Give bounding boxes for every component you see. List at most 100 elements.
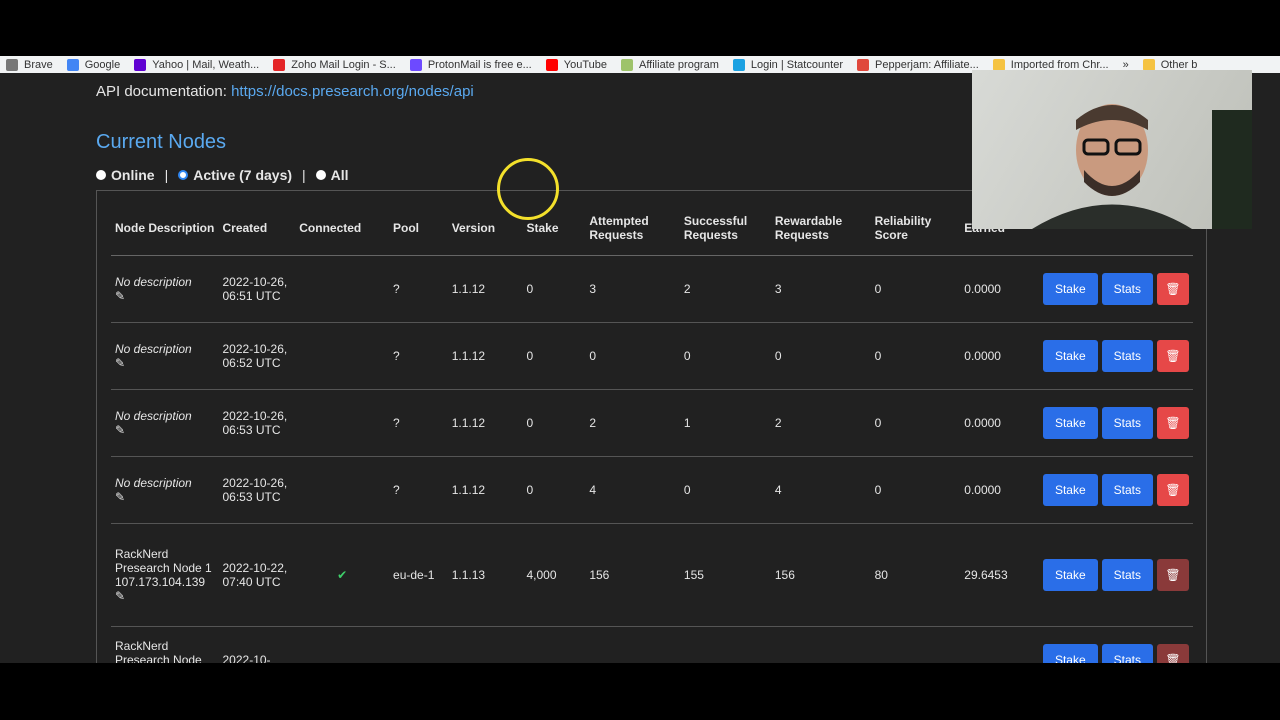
bookmark-label: YouTube [563,58,607,71]
bookmark-item[interactable]: Affiliate program [620,58,719,71]
stats-button[interactable]: Stats [1101,272,1153,305]
reliability-cell: 0 [874,348,882,363]
bookmark-item[interactable]: » [1123,59,1129,71]
trash-icon: 🗑 [1165,482,1181,497]
node-filter: Online | Active (7 days) | All [96,167,349,183]
nodes-table: Node Description Created Connected Pool Vers… [111,201,1193,663]
created-cell: 2022-10-26, 06:53 UTC [222,475,288,504]
column-header[interactable]: Rewardable Requests [770,201,871,256]
stats-button[interactable]: Stats [1101,406,1153,439]
webcam-overlay [972,70,1252,229]
table-row: No description ✎ 2022-10-26, 06:53 UTC? 1.1… [111,389,1193,457]
delete-button[interactable]: 🗑 [1157,558,1189,591]
rewardable-cell: 2 [774,415,782,430]
bookmark-label: Pepperjam: Affiliate... [875,58,979,71]
bookmark-label: Zoho Mail Login - S... [291,58,396,71]
stake-button[interactable]: Stake [1042,272,1098,305]
attempted-cell: 4 [589,482,596,497]
bookmark-item[interactable]: Zoho Mail Login - S... [273,58,396,71]
stake-button[interactable]: Stake [1042,558,1098,591]
trash-icon: 🗑 [1165,281,1181,296]
radio-active[interactable] [178,170,189,180]
bookmark-favicon-icon [6,58,18,71]
stake-cell: 0 [526,415,534,430]
trash-icon: 🗑 [1165,652,1181,664]
version-cell: 1.1.12 [451,415,486,430]
radio-all[interactable] [315,170,326,180]
reliability-cell: 0 [874,482,882,497]
screen-frame: Brave Google Yahoo | Mail, Weath... Zoho Ma… [0,0,1280,720]
attempted-cell: 2 [589,415,596,430]
radio-all-label[interactable]: All [331,167,349,183]
trash-icon: 🗑 [1165,348,1181,363]
earned-cell: 0.0000 [964,281,1001,296]
bookmark-favicon-icon [409,58,422,71]
stake-cell: 0 [526,348,534,363]
column-header[interactable]: Attempted Requests [585,201,680,256]
delete-button[interactable]: 🗑 [1157,406,1189,439]
radio-online-label[interactable]: Online [111,167,155,183]
bookmark-item[interactable]: Other b [1142,58,1197,71]
successful-cell: 0 [683,482,691,497]
stake-button[interactable]: Stake [1042,473,1098,506]
delete-button[interactable]: 🗑 [1157,272,1189,305]
table-row: No description ✎ 2022-10-26, 06:52 UTC? 1.1… [111,322,1193,390]
bookmark-favicon-icon [732,58,745,71]
table-row: RackNerd Presearch Node✎2022-10-StakeSta… [111,626,1193,663]
nodes-table-container: Node Description Created Connected Pool Vers… [96,190,1207,663]
column-header[interactable]: Connected [295,201,390,256]
delete-button[interactable]: 🗑 [1157,473,1189,506]
stake-cell: 4,000 [526,567,557,582]
api-doc-link[interactable]: https://docs.presearch.org/nodes/api [231,83,474,100]
edit-pencil-icon[interactable]: ✎ [115,589,215,603]
connected-cell [295,322,390,390]
bookmark-item[interactable]: YouTube [545,58,607,71]
stats-button[interactable]: Stats [1101,558,1153,591]
delete-button[interactable]: 🗑 [1157,339,1189,372]
edit-pencil-icon[interactable]: ✎ [115,356,215,370]
stake-button[interactable]: Stake [1042,643,1098,663]
bookmark-label: Brave [24,58,53,71]
bookmark-item[interactable]: Imported from Chr... [992,58,1109,71]
column-header[interactable]: Created [218,201,296,256]
radio-active-label[interactable]: Active (7 days) [193,167,292,183]
desc-cell: No description [115,274,192,289]
bookmark-item[interactable]: ProtonMail is free e... [409,58,532,71]
bookmark-item[interactable]: Google [66,58,120,71]
bookmark-item[interactable]: Login | Statcounter [732,58,843,71]
bookmark-label: Yahoo | Mail, Weath... [152,58,260,71]
bookmark-favicon-icon [66,58,79,71]
stats-button[interactable]: Stats [1101,473,1153,506]
stake-button[interactable]: Stake [1042,339,1098,372]
bookmark-item[interactable]: Pepperjam: Affiliate... [857,58,979,71]
column-header[interactable]: Pool [389,201,448,256]
reliability-cell: 80 [874,567,888,582]
bookmark-label: Affiliate program [638,58,719,71]
stats-button[interactable]: Stats [1101,339,1153,372]
pool-cell: ? [393,482,400,497]
stats-button[interactable]: Stats [1101,643,1153,663]
pool-cell: ? [393,348,400,363]
column-header[interactable]: Node Description [111,201,219,256]
radio-online[interactable] [96,170,106,180]
successful-cell: 2 [683,281,691,296]
attempted-cell: 0 [589,348,596,363]
edit-pencil-icon[interactable]: ✎ [115,423,215,437]
bookmark-item[interactable]: Brave [6,58,53,71]
attempted-cell: 156 [589,567,610,582]
table-row: No description ✎ 2022-10-26, 06:53 UTC? 1.1… [111,456,1193,524]
earned-cell: 0.0000 [964,348,1001,363]
delete-button[interactable]: 🗑 [1157,643,1189,664]
edit-pencil-icon[interactable]: ✎ [115,490,215,504]
column-header[interactable]: Reliability Score [870,201,961,256]
desc-cell: No description [115,341,192,356]
column-header[interactable]: Successful Requests [679,201,771,256]
bookmark-item[interactable]: Yahoo | Mail, Weath... [134,58,260,71]
version-cell: 1.1.12 [451,281,486,296]
stake-cell: 0 [526,482,534,497]
attempted-cell: 3 [589,281,596,296]
connected-cell [295,456,390,524]
stake-button[interactable]: Stake [1042,406,1098,439]
edit-pencil-icon[interactable]: ✎ [115,289,215,303]
desc-cell: RackNerd Presearch Node [115,638,202,664]
